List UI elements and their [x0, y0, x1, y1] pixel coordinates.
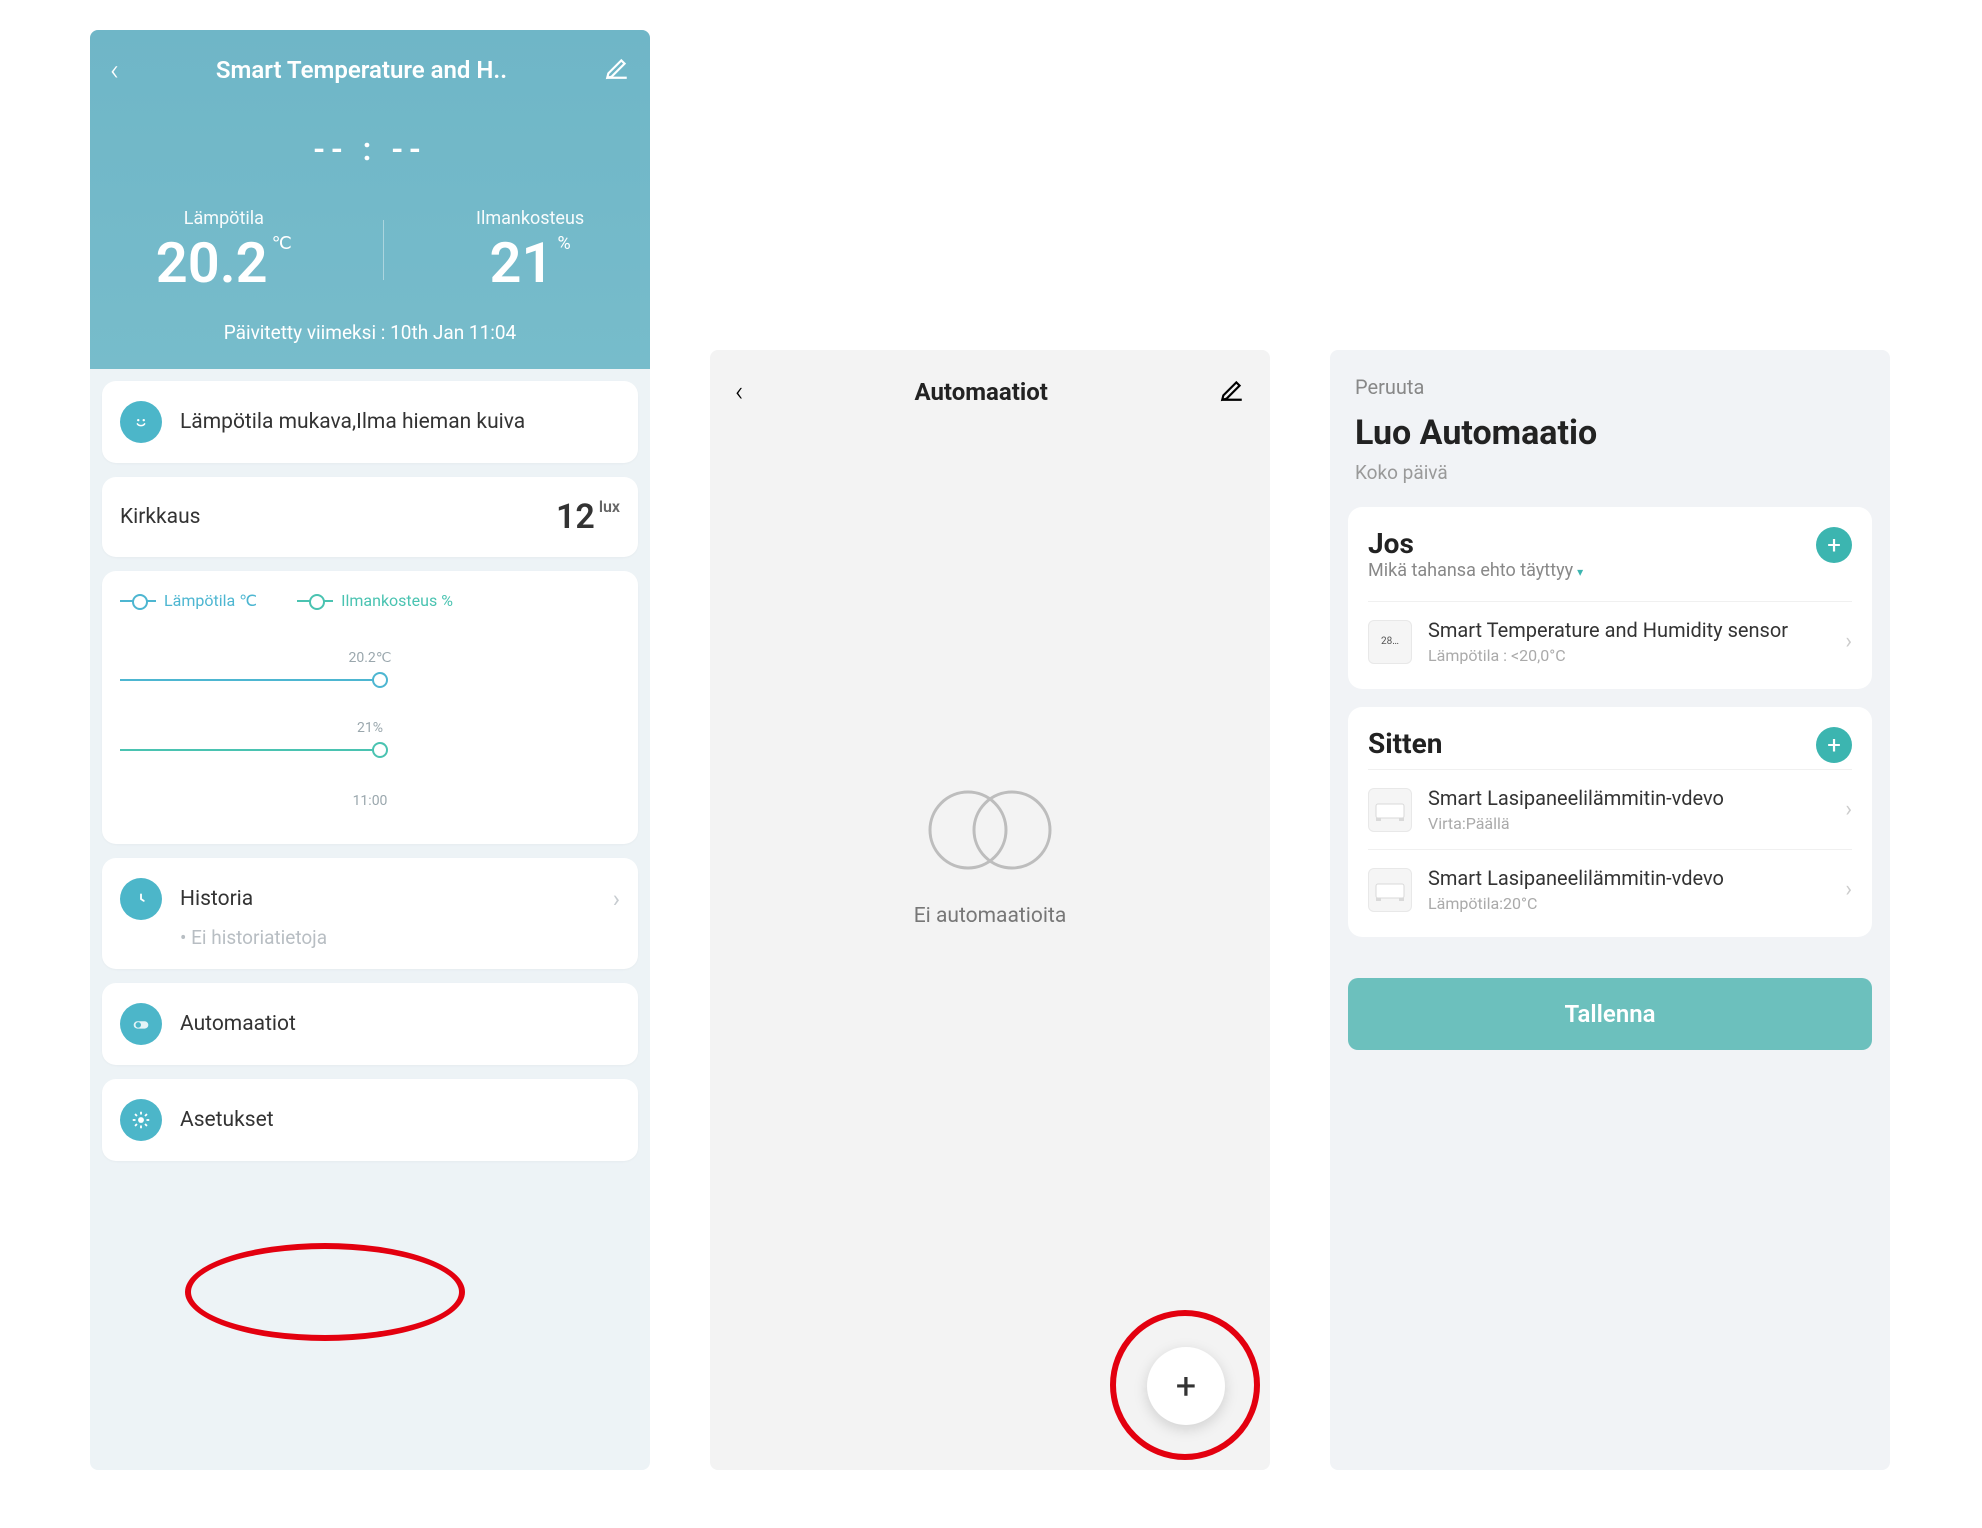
- legend-temperature: Lämpötila ℃: [120, 591, 257, 610]
- action-row[interactable]: Smart Lasipaneelilämmitin-vdevo Lämpötil…: [1368, 849, 1852, 929]
- comfort-text: Lämpötila mukava,Ilma hieman kuiva: [180, 410, 525, 434]
- svg-text:11:00: 11:00: [353, 793, 388, 809]
- automations-list-screen: ‹ Automaatiot Ei automaatioita +: [710, 350, 1270, 1470]
- humidity-label: Ilmankosteus: [476, 208, 584, 229]
- venn-icon: [910, 780, 1070, 884]
- device-detail-screen: ‹ Smart Temperature and H.. -- : -- Lämp…: [90, 30, 650, 1470]
- page-title: Smart Temperature and H..: [216, 56, 507, 84]
- temperature-block: Lämpötila 20.2℃: [156, 208, 292, 291]
- condition-mode-dropdown[interactable]: Mikä tahansa ehto täyttyy▾: [1368, 560, 1583, 581]
- edit-icon[interactable]: [604, 55, 630, 85]
- annotation-circle-automations: [185, 1243, 465, 1341]
- save-button[interactable]: Tallenna: [1348, 978, 1872, 1050]
- svg-text:20.2℃: 20.2℃: [348, 650, 391, 666]
- toggle-icon: [120, 1003, 162, 1045]
- add-automation-fab[interactable]: +: [1147, 1347, 1225, 1425]
- page-subtitle: Koko päivä: [1355, 461, 1865, 484]
- action-device-name: Smart Lasipaneelilämmitin-vdevo: [1428, 786, 1829, 811]
- heater-icon: [1368, 868, 1412, 912]
- condition-device-name: Smart Temperature and Humidity sensor: [1428, 618, 1829, 643]
- page-title: Luo Automaatio: [1355, 413, 1865, 453]
- chevron-right-icon: ›: [1845, 797, 1852, 822]
- gear-icon: [120, 1099, 162, 1141]
- humidity-block: Ilmankosteus 21%: [476, 208, 584, 291]
- condition-row[interactable]: 28… Smart Temperature and Humidity senso…: [1368, 601, 1852, 681]
- history-card[interactable]: Historia › Ei historiatietoja: [102, 858, 638, 969]
- action-detail: Virta:Päällä: [1428, 814, 1829, 833]
- clock-icon: [120, 878, 162, 920]
- clock-display: -- : --: [110, 130, 630, 168]
- action-row[interactable]: Smart Lasipaneelilämmitin-vdevo Virta:Pä…: [1368, 769, 1852, 849]
- settings-label: Asetukset: [180, 1108, 274, 1132]
- back-button[interactable]: ‹: [735, 375, 743, 408]
- then-title: Sitten: [1368, 727, 1442, 760]
- divider: [383, 220, 384, 280]
- condition-detail: Lämpötila : <20,0°C: [1428, 646, 1829, 665]
- if-title: Jos: [1368, 527, 1583, 560]
- temperature-label: Lämpötila: [156, 208, 292, 229]
- brightness-label: Kirkkaus: [120, 505, 201, 529]
- empty-state: Ei automaatioita: [910, 780, 1070, 928]
- if-card: Jos Mikä tahansa ehto täyttyy▾ + 28… Sma…: [1348, 507, 1872, 689]
- last-updated: Päivitetty viimeksi : 10th Jan 11:04: [110, 321, 630, 344]
- automations-card[interactable]: Automaatiot: [102, 983, 638, 1065]
- comfort-card: Lämpötila mukava,Ilma hieman kuiva: [102, 381, 638, 463]
- temperature-value: 20.2℃: [156, 235, 292, 291]
- chevron-right-icon: ›: [1845, 629, 1852, 654]
- sensor-icon: 28…: [1368, 620, 1412, 664]
- back-button[interactable]: ‹: [110, 53, 119, 88]
- brightness-card: Kirkkaus 12lux: [102, 477, 638, 557]
- chevron-right-icon: ›: [1845, 877, 1852, 902]
- page-title: Automaatiot: [914, 378, 1047, 406]
- history-label: Historia: [180, 887, 253, 911]
- chevron-down-icon: ▾: [1577, 565, 1583, 579]
- chart-area: 20.2℃ 21% 11:00: [120, 640, 620, 824]
- smile-icon: [120, 401, 162, 443]
- history-empty: Ei historiatietoja: [180, 926, 620, 949]
- cancel-button[interactable]: Peruuta: [1355, 375, 1865, 399]
- settings-card[interactable]: Asetukset: [102, 1079, 638, 1161]
- action-device-name: Smart Lasipaneelilämmitin-vdevo: [1428, 866, 1829, 891]
- edit-icon[interactable]: [1219, 377, 1245, 407]
- automations-label: Automaatiot: [180, 1012, 296, 1036]
- empty-message: Ei automaatioita: [910, 904, 1070, 928]
- add-action-button[interactable]: +: [1816, 727, 1852, 763]
- svg-text:21%: 21%: [357, 720, 383, 736]
- device-header: ‹ Smart Temperature and H.. -- : -- Lämp…: [90, 30, 650, 369]
- create-automation-screen: Peruuta Luo Automaatio Koko päivä Jos Mi…: [1330, 350, 1890, 1470]
- heater-icon: [1368, 788, 1412, 832]
- action-detail: Lämpötila:20°C: [1428, 894, 1829, 913]
- chevron-right-icon: ›: [613, 885, 620, 913]
- brightness-value: 12lux: [556, 497, 620, 537]
- add-condition-button[interactable]: +: [1816, 527, 1852, 563]
- legend-humidity: Ilmankosteus %: [297, 591, 453, 610]
- then-card: Sitten + Smart Lasipaneelilämmitin-vdevo…: [1348, 707, 1872, 937]
- chart-card: Lämpötila ℃ Ilmankosteus % 20.2℃ 21% 11:…: [102, 571, 638, 844]
- humidity-value: 21%: [476, 235, 584, 291]
